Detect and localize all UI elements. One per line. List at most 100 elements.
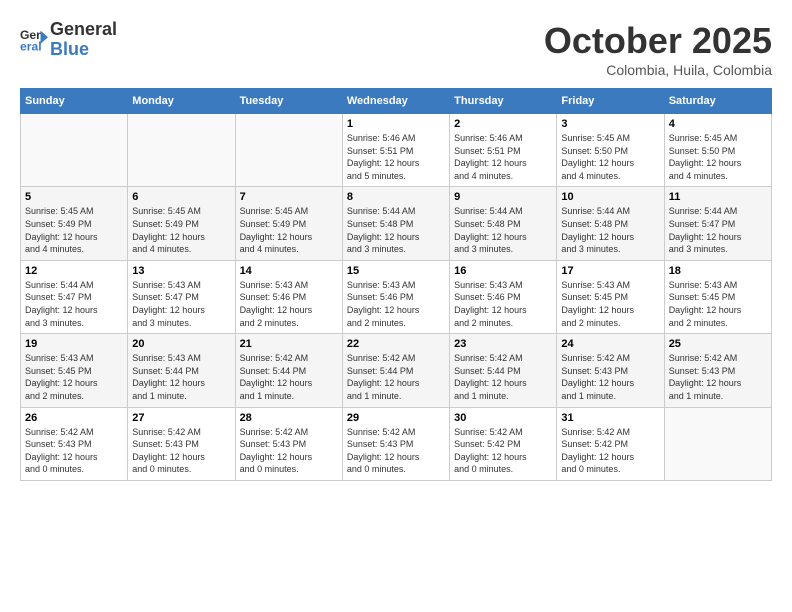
day-header-monday: Monday bbox=[128, 89, 235, 114]
day-number: 30 bbox=[454, 412, 552, 424]
day-info: Sunrise: 5:44 AM Sunset: 5:48 PM Dayligh… bbox=[347, 205, 445, 255]
day-info: Sunrise: 5:42 AM Sunset: 5:43 PM Dayligh… bbox=[669, 352, 767, 402]
calendar-cell: 12Sunrise: 5:44 AM Sunset: 5:47 PM Dayli… bbox=[21, 260, 128, 333]
calendar-cell: 9 Sunrise: 5:44 AM Sunset: 5:48 PM Daylig… bbox=[450, 187, 557, 260]
day-info: Sunrise: 5:44 AM Sunset: 5:48 PM Dayligh… bbox=[561, 205, 659, 255]
day-info: Sunrise: 5:42 AM Sunset: 5:43 PM Dayligh… bbox=[132, 426, 230, 476]
day-number: 24 bbox=[561, 338, 659, 350]
day-number: 17 bbox=[561, 265, 659, 277]
day-number: 16 bbox=[454, 265, 552, 277]
day-header-tuesday: Tuesday bbox=[235, 89, 342, 114]
day-info: Sunrise: 5:45 AM Sunset: 5:49 PM Dayligh… bbox=[25, 205, 123, 255]
day-info: Sunrise: 5:43 AM Sunset: 5:45 PM Dayligh… bbox=[561, 279, 659, 329]
day-number: 15 bbox=[347, 265, 445, 277]
calendar-table: SundayMondayTuesdayWednesdayThursdayFrid… bbox=[20, 88, 772, 481]
calendar-cell: 7 Sunrise: 5:45 AM Sunset: 5:49 PM Daylig… bbox=[235, 187, 342, 260]
day-number: 27 bbox=[132, 412, 230, 424]
calendar-cell: 6 Sunrise: 5:45 AM Sunset: 5:49 PM Daylig… bbox=[128, 187, 235, 260]
calendar-body: 1 Sunrise: 5:46 AM Sunset: 5:51 PM Daylig… bbox=[21, 114, 772, 481]
calendar-cell: 18 Sunrise: 5:43 AM Sunset: 5:45 PM Dayli… bbox=[664, 260, 771, 333]
day-info: Sunrise: 5:42 AM Sunset: 5:43 PM Dayligh… bbox=[25, 426, 123, 476]
calendar-cell: 13Sunrise: 5:43 AM Sunset: 5:47 PM Dayli… bbox=[128, 260, 235, 333]
day-info: Sunrise: 5:43 AM Sunset: 5:46 PM Dayligh… bbox=[454, 279, 552, 329]
calendar-cell: 19Sunrise: 5:43 AM Sunset: 5:45 PM Dayli… bbox=[21, 334, 128, 407]
day-info: Sunrise: 5:44 AM Sunset: 5:47 PM Dayligh… bbox=[25, 279, 123, 329]
calendar-cell: 25Sunrise: 5:42 AM Sunset: 5:43 PM Dayli… bbox=[664, 334, 771, 407]
location-subtitle: Colombia, Huila, Colombia bbox=[544, 62, 772, 78]
calendar-cell: 22Sunrise: 5:42 AM Sunset: 5:44 PM Dayli… bbox=[342, 334, 449, 407]
title-area: October 2025 Colombia, Huila, Colombia bbox=[544, 20, 772, 78]
day-info: Sunrise: 5:45 AM Sunset: 5:49 PM Dayligh… bbox=[240, 205, 338, 255]
calendar-cell: 20Sunrise: 5:43 AM Sunset: 5:44 PM Dayli… bbox=[128, 334, 235, 407]
logo-icon: Gen eral bbox=[20, 26, 48, 54]
day-number: 26 bbox=[25, 412, 123, 424]
calendar-cell: 2 Sunrise: 5:46 AM Sunset: 5:51 PM Daylig… bbox=[450, 114, 557, 187]
day-info: Sunrise: 5:45 AM Sunset: 5:49 PM Dayligh… bbox=[132, 205, 230, 255]
day-info: Sunrise: 5:42 AM Sunset: 5:42 PM Dayligh… bbox=[561, 426, 659, 476]
calendar-cell bbox=[21, 114, 128, 187]
day-info: Sunrise: 5:46 AM Sunset: 5:51 PM Dayligh… bbox=[454, 132, 552, 182]
calendar-cell: 8 Sunrise: 5:44 AM Sunset: 5:48 PM Daylig… bbox=[342, 187, 449, 260]
calendar-cell: 27 Sunrise: 5:42 AM Sunset: 5:43 PM Dayli… bbox=[128, 407, 235, 480]
calendar-cell: 1 Sunrise: 5:46 AM Sunset: 5:51 PM Daylig… bbox=[342, 114, 449, 187]
logo: Gen eral General Blue bbox=[20, 20, 117, 60]
day-header-wednesday: Wednesday bbox=[342, 89, 449, 114]
day-info: Sunrise: 5:42 AM Sunset: 5:43 PM Dayligh… bbox=[561, 352, 659, 402]
day-number: 6 bbox=[132, 191, 230, 203]
day-number: 21 bbox=[240, 338, 338, 350]
calendar-cell: 11 Sunrise: 5:44 AM Sunset: 5:47 PM Dayli… bbox=[664, 187, 771, 260]
day-number: 5 bbox=[25, 191, 123, 203]
day-number: 29 bbox=[347, 412, 445, 424]
day-info: Sunrise: 5:42 AM Sunset: 5:43 PM Dayligh… bbox=[347, 426, 445, 476]
day-number: 1 bbox=[347, 118, 445, 130]
day-number: 13 bbox=[132, 265, 230, 277]
day-number: 7 bbox=[240, 191, 338, 203]
day-number: 31 bbox=[561, 412, 659, 424]
calendar-cell: 31 Sunrise: 5:42 AM Sunset: 5:42 PM Dayli… bbox=[557, 407, 664, 480]
day-info: Sunrise: 5:43 AM Sunset: 5:46 PM Dayligh… bbox=[347, 279, 445, 329]
calendar-cell: 30 Sunrise: 5:42 AM Sunset: 5:42 PM Dayli… bbox=[450, 407, 557, 480]
calendar-cell: 29 Sunrise: 5:42 AM Sunset: 5:43 PM Dayli… bbox=[342, 407, 449, 480]
day-header-friday: Friday bbox=[557, 89, 664, 114]
calendar-cell: 17 Sunrise: 5:43 AM Sunset: 5:45 PM Dayli… bbox=[557, 260, 664, 333]
day-number: 8 bbox=[347, 191, 445, 203]
day-number: 2 bbox=[454, 118, 552, 130]
day-header-saturday: Saturday bbox=[664, 89, 771, 114]
day-info: Sunrise: 5:44 AM Sunset: 5:48 PM Dayligh… bbox=[454, 205, 552, 255]
day-info: Sunrise: 5:42 AM Sunset: 5:43 PM Dayligh… bbox=[240, 426, 338, 476]
day-info: Sunrise: 5:44 AM Sunset: 5:47 PM Dayligh… bbox=[669, 205, 767, 255]
calendar-week-row: 1 Sunrise: 5:46 AM Sunset: 5:51 PM Daylig… bbox=[21, 114, 772, 187]
calendar-cell: 16 Sunrise: 5:43 AM Sunset: 5:46 PM Dayli… bbox=[450, 260, 557, 333]
day-info: Sunrise: 5:43 AM Sunset: 5:45 PM Dayligh… bbox=[669, 279, 767, 329]
day-number: 23 bbox=[454, 338, 552, 350]
calendar-cell: 24 Sunrise: 5:42 AM Sunset: 5:43 PM Dayli… bbox=[557, 334, 664, 407]
logo-text: General Blue bbox=[50, 20, 117, 60]
calendar-cell: 5 Sunrise: 5:45 AM Sunset: 5:49 PM Daylig… bbox=[21, 187, 128, 260]
calendar-cell: 14Sunrise: 5:43 AM Sunset: 5:46 PM Dayli… bbox=[235, 260, 342, 333]
calendar-cell: 23 Sunrise: 5:42 AM Sunset: 5:44 PM Dayli… bbox=[450, 334, 557, 407]
calendar-cell: 10 Sunrise: 5:44 AM Sunset: 5:48 PM Dayli… bbox=[557, 187, 664, 260]
calendar-cell: 21 Sunrise: 5:42 AM Sunset: 5:44 PM Dayli… bbox=[235, 334, 342, 407]
calendar-cell bbox=[128, 114, 235, 187]
day-number: 3 bbox=[561, 118, 659, 130]
calendar-cell bbox=[664, 407, 771, 480]
day-number: 18 bbox=[669, 265, 767, 277]
day-info: Sunrise: 5:42 AM Sunset: 5:44 PM Dayligh… bbox=[454, 352, 552, 402]
day-number: 10 bbox=[561, 191, 659, 203]
page-header: Gen eral General Blue October 2025 Colom… bbox=[20, 20, 772, 78]
day-number: 22 bbox=[347, 338, 445, 350]
day-number: 14 bbox=[240, 265, 338, 277]
day-number: 28 bbox=[240, 412, 338, 424]
calendar-cell: 28 Sunrise: 5:42 AM Sunset: 5:43 PM Dayli… bbox=[235, 407, 342, 480]
day-header-thursday: Thursday bbox=[450, 89, 557, 114]
calendar-cell: 15 Sunrise: 5:43 AM Sunset: 5:46 PM Dayli… bbox=[342, 260, 449, 333]
day-info: Sunrise: 5:46 AM Sunset: 5:51 PM Dayligh… bbox=[347, 132, 445, 182]
day-number: 11 bbox=[669, 191, 767, 203]
day-info: Sunrise: 5:42 AM Sunset: 5:42 PM Dayligh… bbox=[454, 426, 552, 476]
calendar-cell: 3Sunrise: 5:45 AM Sunset: 5:50 PM Daylig… bbox=[557, 114, 664, 187]
calendar-week-row: 19Sunrise: 5:43 AM Sunset: 5:45 PM Dayli… bbox=[21, 334, 772, 407]
day-info: Sunrise: 5:42 AM Sunset: 5:44 PM Dayligh… bbox=[240, 352, 338, 402]
calendar-header-row: SundayMondayTuesdayWednesdayThursdayFrid… bbox=[21, 89, 772, 114]
calendar-cell: 4Sunrise: 5:45 AM Sunset: 5:50 PM Daylig… bbox=[664, 114, 771, 187]
day-number: 9 bbox=[454, 191, 552, 203]
